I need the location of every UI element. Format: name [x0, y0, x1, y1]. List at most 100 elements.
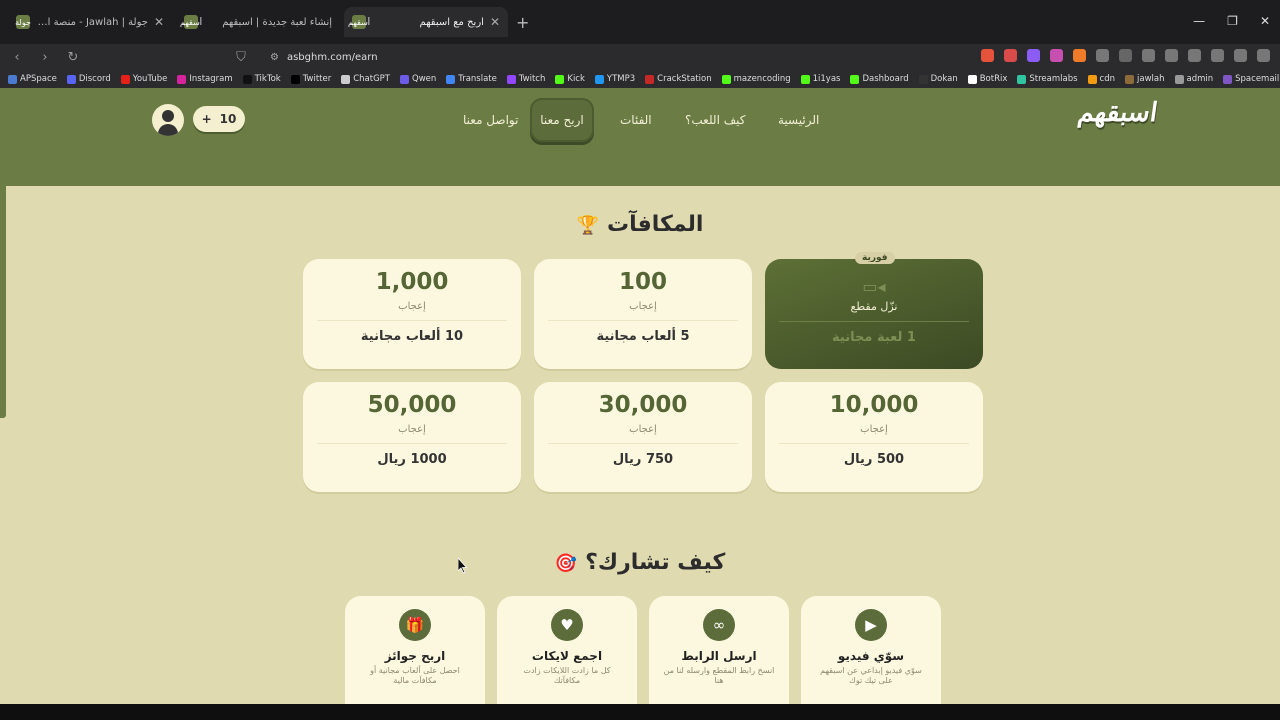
- bookmark-item[interactable]: Streamlabs: [1017, 74, 1078, 84]
- step-card-likes: ♥ اجمع لايكات كل ما زادت اللايكات زادت م…: [497, 596, 637, 704]
- step-title: ارسل الرابط: [681, 649, 757, 663]
- extension-icon[interactable]: [1027, 49, 1040, 62]
- leo-icon[interactable]: [1211, 49, 1224, 62]
- taskbar-strip: [0, 704, 1280, 720]
- bookmark-icon[interactable]: ⛉: [234, 50, 248, 65]
- step-description: انسخ رابط المقطع وارسله لنا من هنا: [663, 666, 775, 685]
- close-window-icon[interactable]: ✕: [1260, 14, 1270, 28]
- reward-card: 30,000 إعجاب 750 ريال: [534, 382, 752, 492]
- forward-icon[interactable]: ›: [38, 50, 52, 65]
- extension-icon[interactable]: [1073, 49, 1086, 62]
- tab-title: إنشاء لعبة جديدة | اسبقهم: [222, 16, 332, 28]
- reward-unit: إعجاب: [860, 424, 888, 435]
- close-icon[interactable]: ✕: [490, 15, 500, 29]
- reward-label: نزّل مقطع: [850, 300, 898, 313]
- bookmark-item[interactable]: Discord: [66, 74, 111, 84]
- bookmark-item[interactable]: Qwen: [400, 74, 436, 84]
- earn-page: اسبقهم الرئيسية كيف اللعب؟ الفئات اربح م…: [0, 88, 1280, 704]
- nav-how-to-play[interactable]: كيف اللعب؟: [675, 98, 755, 142]
- divider: [317, 320, 507, 321]
- nav-earn[interactable]: اربح معنا: [530, 98, 594, 142]
- reward-card: 1,000 إعجاب 10 ألعاب مجانية: [303, 259, 521, 369]
- vpn-icon[interactable]: [1234, 49, 1247, 62]
- new-tab-icon[interactable]: +: [516, 13, 529, 32]
- extension-icon[interactable]: [1119, 49, 1132, 62]
- tab-title: جولة | Jawlah - منصة الألعاب التفا: [36, 16, 148, 28]
- tab-favicon: أسقهم: [348, 15, 370, 29]
- extension-icon[interactable]: [1050, 49, 1063, 62]
- participate-title: كيف تشارك؟🎯: [554, 550, 726, 575]
- bookmark-item[interactable]: 1i1yas: [800, 74, 840, 84]
- sidebar-icon[interactable]: [1165, 49, 1178, 62]
- wallet-icon[interactable]: [1188, 49, 1201, 62]
- bookmark-item[interactable]: Twitch: [506, 74, 545, 84]
- close-icon[interactable]: ✕: [154, 15, 164, 29]
- points-button[interactable]: + 10: [193, 106, 245, 132]
- bookmark-item[interactable]: Spacemail: [1223, 74, 1279, 84]
- back-icon[interactable]: ‹: [10, 50, 24, 65]
- bookmark-item[interactable]: mazencoding: [721, 74, 791, 84]
- bookmark-item[interactable]: Dokan: [918, 74, 958, 84]
- window-controls: — ❐ ✕: [1193, 14, 1270, 28]
- puzzle-icon[interactable]: [1096, 49, 1109, 62]
- bookmark-item[interactable]: APSpace: [8, 74, 57, 84]
- step-description: احصل على ألعاب مجانية أو مكافآت مالية: [370, 666, 460, 685]
- bookmark-item[interactable]: Dashboard: [850, 74, 909, 84]
- reward-prize: 1000 ريال: [377, 452, 447, 467]
- bookmark-item[interactable]: CrackStation: [645, 74, 712, 84]
- maximize-icon[interactable]: ❐: [1227, 14, 1238, 28]
- nav-categories[interactable]: الفئات: [610, 98, 662, 142]
- reload-icon[interactable]: ↻: [66, 50, 80, 65]
- music-icon[interactable]: [1142, 49, 1155, 62]
- step-card-prizes: 🎁 اربح جوائز احصل على ألعاب مجانية أو مك…: [345, 596, 485, 704]
- minimize-icon[interactable]: —: [1193, 14, 1205, 28]
- reward-card-instant[interactable]: فورية ▭◂ نزّل مقطع 1 لعبة مجانية: [765, 252, 983, 369]
- extension-icon[interactable]: [981, 49, 994, 62]
- reward-card: 50,000 إعجاب 1000 ريال: [303, 382, 521, 492]
- browser-tab-jawlah[interactable]: جولة جولة | Jawlah - منصة الألعاب التفا …: [8, 7, 172, 37]
- tab-favicon: جولة: [15, 15, 31, 29]
- bookmark-item[interactable]: jawlah: [1125, 74, 1165, 84]
- bookmark-item[interactable]: Translate: [446, 74, 497, 84]
- user-avatar[interactable]: [152, 104, 184, 136]
- video-icon: ▶: [855, 609, 887, 641]
- tab-favicon: أسقهم: [180, 15, 202, 29]
- extension-icon[interactable]: [1004, 49, 1017, 62]
- bookmark-item[interactable]: TikTok: [242, 74, 281, 84]
- nav-contact[interactable]: تواصل معنا: [453, 98, 528, 142]
- site-logo[interactable]: اسبقهم: [1076, 98, 1160, 128]
- trophy-icon: 🏆: [576, 215, 600, 236]
- nav-home[interactable]: الرئيسية: [768, 98, 829, 142]
- heart-icon: ♥: [551, 609, 583, 641]
- bookmark-item[interactable]: YTMP3: [594, 74, 635, 84]
- rewards-title: المكافآت🏆: [576, 212, 704, 237]
- reward-card: 10,000 إعجاب 500 ريال: [765, 382, 983, 492]
- step-description: سوّي فيديو إبداعي عن اسبقهم على تيك توك: [820, 666, 922, 685]
- divider: [779, 321, 969, 322]
- link-icon: ∞: [703, 609, 735, 641]
- browser-tab-earn[interactable]: أسقهم اربح مع اسبقهم ✕: [344, 7, 508, 37]
- divider: [317, 443, 507, 444]
- reward-card: 100 إعجاب 5 ألعاب مجانية: [534, 259, 752, 369]
- user-icon: [162, 110, 174, 122]
- bookmark-item[interactable]: Instagram: [177, 74, 233, 84]
- mouse-cursor: [458, 558, 468, 574]
- bookmark-item[interactable]: cdn: [1087, 74, 1115, 84]
- instant-badge: فورية: [855, 252, 895, 264]
- site-info-icon[interactable]: ⚙: [270, 52, 279, 63]
- extensions-toolbar: [981, 49, 1270, 62]
- step-card-link: ∞ ارسل الرابط انسخ رابط المقطع وارسله لن…: [649, 596, 789, 704]
- step-description: كل ما زادت اللايكات زادت مكافآتك: [523, 666, 611, 685]
- menu-icon[interactable]: [1257, 49, 1270, 62]
- step-title: سوّي فيديو: [837, 649, 905, 663]
- bookmark-item[interactable]: ChatGPT: [341, 74, 390, 84]
- bookmark-item[interactable]: BotRix: [967, 74, 1007, 84]
- bookmark-item[interactable]: Kick: [555, 74, 585, 84]
- url-field[interactable]: ⚙ asbghm.com/earn: [262, 46, 902, 68]
- bookmark-item[interactable]: admin: [1174, 74, 1213, 84]
- bookmark-item[interactable]: YouTube: [120, 74, 167, 84]
- browser-tab-create-game[interactable]: أسقهم إنشاء لعبة جديدة | اسبقهم: [176, 7, 340, 37]
- reward-likes: 50,000: [367, 392, 457, 418]
- bookmark-item[interactable]: Twitter: [290, 74, 331, 84]
- gift-icon: 🎁: [399, 609, 431, 641]
